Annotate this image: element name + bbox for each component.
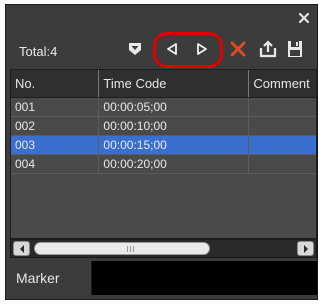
save-marker-button[interactable] <box>284 36 306 62</box>
scroll-left-button[interactable] <box>13 241 30 256</box>
marker-list: No. Time Code Comment 001 00:00:05;00 00… <box>10 69 317 239</box>
scroll-thumb[interactable] <box>34 242 210 255</box>
row-time-code: 00:00:05;00 <box>99 98 250 116</box>
scroll-right-button[interactable] <box>297 241 314 256</box>
row-comment[interactable] <box>249 117 316 135</box>
row-comment[interactable] <box>249 155 316 173</box>
row-time-code: 00:00:15;00 <box>99 136 250 154</box>
delete-marker-button[interactable] <box>227 36 249 62</box>
row-no: 004 <box>11 155 100 173</box>
horizontal-scrollbar[interactable] <box>10 239 317 258</box>
row-time-code: 00:00:10;00 <box>99 117 250 135</box>
export-icon <box>259 40 277 58</box>
row-no: 001 <box>11 98 100 116</box>
row-no: 002 <box>11 117 100 135</box>
chevron-right-icon <box>303 244 308 253</box>
table-row[interactable]: 002 00:00:10;00 <box>11 117 316 136</box>
column-header-time-code[interactable]: Time Code <box>99 70 250 97</box>
row-comment[interactable] <box>249 98 316 116</box>
row-comment[interactable] <box>249 136 316 154</box>
close-icon[interactable] <box>297 11 311 25</box>
grip-icon <box>127 246 136 252</box>
row-no: 003 <box>11 136 100 154</box>
column-header-comment[interactable]: Comment <box>249 70 316 97</box>
bookmark-down-icon <box>129 43 141 55</box>
tab-bar: Marker <box>10 261 317 295</box>
export-marker-button[interactable] <box>257 36 279 62</box>
marker-panel: Total:4 No. Time Code Comment 001 00:00:… <box>5 4 318 300</box>
tab-marker[interactable]: Marker <box>10 261 92 295</box>
delete-x-icon <box>230 41 246 57</box>
total-count: Total:4 <box>19 44 58 59</box>
highlight-ring <box>153 32 223 68</box>
table-row-selected[interactable]: 003 00:00:15;00 <box>11 136 316 155</box>
row-time-code: 00:00:20;00 <box>99 155 250 173</box>
table-row[interactable]: 001 00:00:05;00 <box>11 98 316 117</box>
chevron-left-icon <box>19 244 24 253</box>
table-row[interactable]: 004 00:00:20;00 <box>11 155 316 174</box>
column-header-no[interactable]: No. <box>11 70 100 97</box>
save-icon <box>288 41 302 57</box>
add-marker-button[interactable] <box>124 36 146 62</box>
table-header: No. Time Code Comment <box>11 70 316 98</box>
